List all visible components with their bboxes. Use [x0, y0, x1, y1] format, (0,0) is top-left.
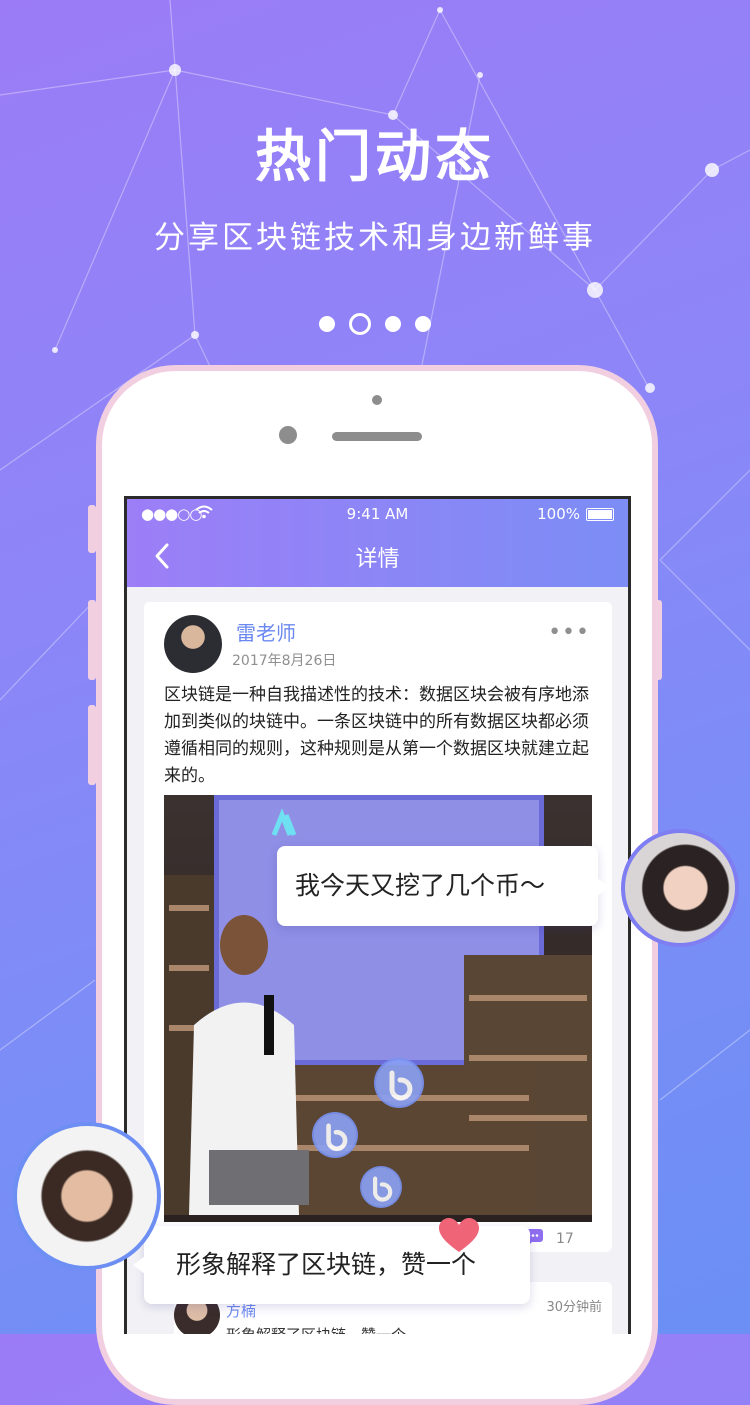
speech-bubble-top-text: 我今天又挖了几个币～	[295, 871, 546, 900]
banner-subtitle: 分享区块链技术和身边新鲜事	[154, 220, 596, 256]
speech-bubble-top: 我今天又挖了几个币～	[277, 846, 609, 926]
avatar[interactable]	[164, 615, 222, 673]
page-indicator	[0, 313, 750, 335]
battery-icon	[586, 507, 614, 521]
page-dot[interactable]	[319, 316, 335, 332]
phone-sensor	[372, 395, 382, 405]
banner-title: 热门动态	[255, 125, 495, 190]
post-date: 2017年8月26日	[232, 653, 337, 669]
coin-icon	[374, 1058, 424, 1108]
phone-power-button	[654, 600, 662, 680]
coin-symbol-icon	[313, 1113, 357, 1157]
coin-icon	[312, 1112, 358, 1158]
nav-bar: ●●●○○ 9:41 AM 100% 详情	[127, 499, 628, 587]
page-dot[interactable]	[385, 316, 401, 332]
page-dot[interactable]	[415, 316, 431, 332]
post-text: 区块链是一种自我描述性的技术：数据区块会被有序地添加到类似的块链中。一条区块链中…	[164, 685, 589, 786]
phone-camera	[279, 426, 297, 444]
phone-volume-up-button	[88, 600, 96, 680]
phone-speaker	[332, 432, 422, 441]
comment-text: 形象解释了区块链，赞一个	[226, 1324, 406, 1334]
more-dots-icon[interactable]: •••	[548, 620, 590, 645]
speech-bubble-bottom-text: 形象解释了区块链，赞一个	[176, 1250, 477, 1279]
post-card: 雷老师 2017年8月26日 ••• 区块链是一种自我描述性的技术：数据区块会被…	[144, 602, 612, 1252]
post-author[interactable]: 雷老师	[236, 617, 296, 646]
phone-volume-down-button	[88, 705, 96, 785]
comment-count: 17	[556, 1231, 574, 1247]
avatar	[13, 1122, 161, 1270]
phone-mute-button	[88, 505, 96, 553]
coin-symbol-icon	[361, 1167, 401, 1207]
battery-percent: 100%	[537, 505, 580, 523]
page-dot-active[interactable]	[349, 313, 371, 335]
nav-title: 详情	[355, 547, 400, 572]
comment-time: 30分钟前	[546, 1300, 602, 1315]
avatar	[621, 829, 739, 947]
status-bar: ●●●○○ 9:41 AM 100%	[127, 505, 628, 527]
heart-icon	[439, 1218, 479, 1252]
coin-symbol-icon	[376, 1060, 422, 1106]
coin-icon	[360, 1166, 402, 1208]
battery-indicator: 100%	[537, 505, 614, 523]
